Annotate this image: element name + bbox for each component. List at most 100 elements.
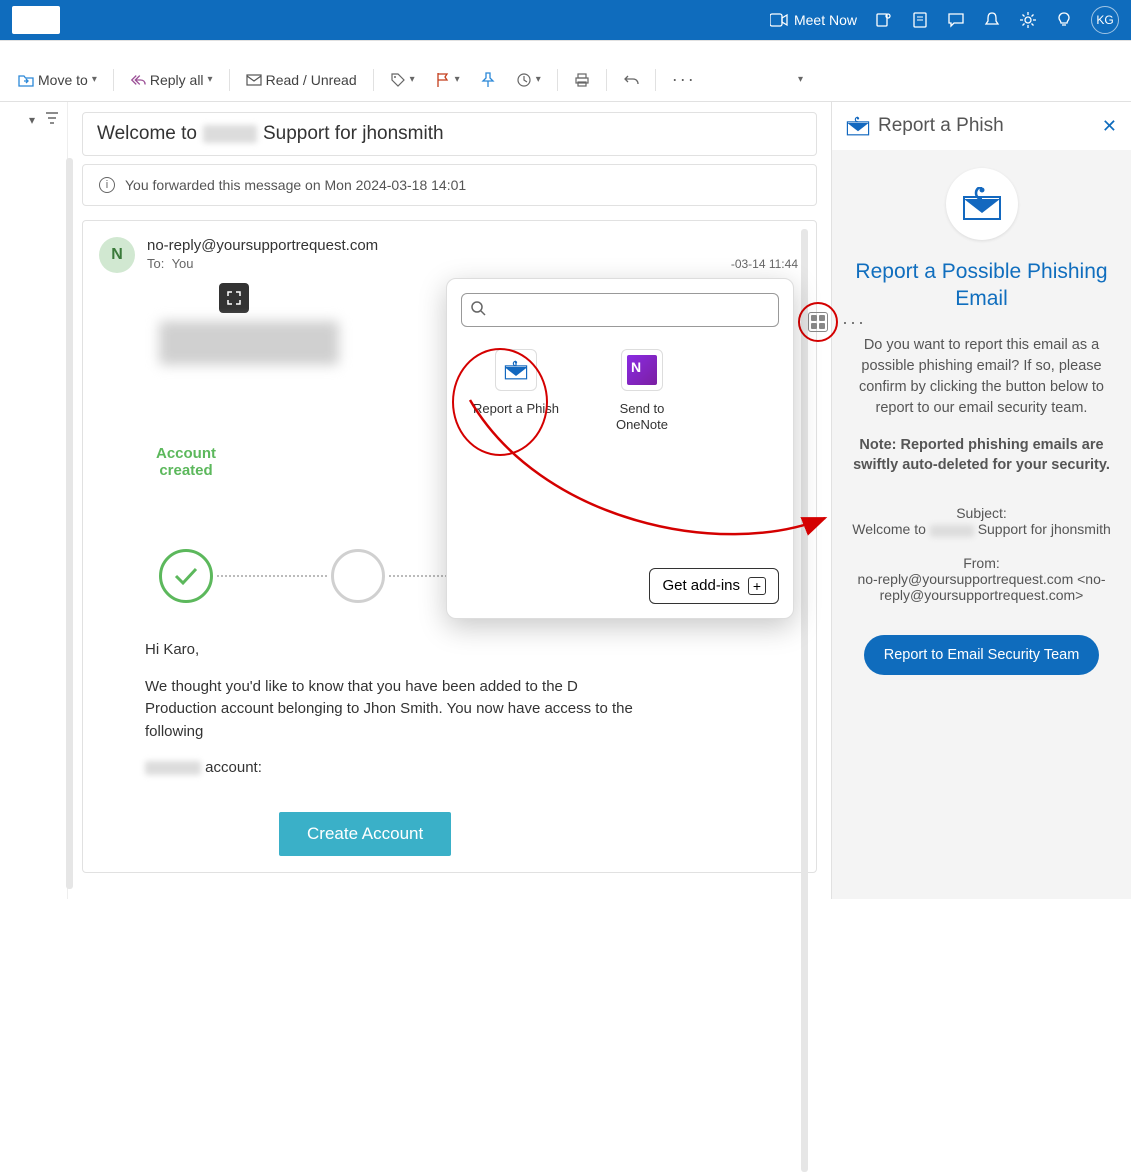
- redacted-logo: [159, 321, 339, 365]
- pin-icon: [480, 72, 496, 88]
- splitter-handle[interactable]: [801, 229, 808, 1172]
- folder-move-icon: [18, 72, 34, 88]
- toolbar-expand-button[interactable]: ▾: [790, 70, 811, 89]
- notes-icon[interactable]: [911, 11, 929, 29]
- reply-all-button[interactable]: Reply all ▾: [122, 68, 221, 92]
- subject-value: Welcome to Support for jhonsmith: [848, 521, 1115, 537]
- body-paragraph: We thought you'd like to know that you h…: [145, 676, 645, 744]
- divider: [557, 69, 558, 91]
- from-value: no-reply@yoursupportrequest.com <no-repl…: [848, 571, 1115, 603]
- step-pending-icon: [331, 549, 385, 603]
- user-avatar[interactable]: KG: [1091, 6, 1119, 34]
- move-to-button[interactable]: Move to ▾: [10, 68, 105, 92]
- step-complete-icon: [159, 549, 213, 603]
- more-actions-button[interactable]: ···: [664, 65, 704, 94]
- onenote-icon: [621, 349, 663, 391]
- get-addins-label: Get add-ins: [662, 577, 740, 594]
- video-icon: [770, 11, 788, 29]
- bell-icon[interactable]: [983, 11, 1001, 29]
- avatar-initials: KG: [1096, 13, 1113, 27]
- snooze-button[interactable]: ▾: [508, 68, 549, 92]
- reply-all-label: Reply all: [150, 72, 204, 88]
- divider: [229, 69, 230, 91]
- subject-label: Subject:: [848, 505, 1115, 521]
- print-button[interactable]: [566, 68, 598, 92]
- email-body: Hi Karo, We thought you'd like to know t…: [145, 639, 645, 780]
- addins-search-input[interactable]: [486, 302, 770, 318]
- get-addins-button[interactable]: Get add-ins +: [649, 568, 779, 604]
- app-header: Meet Now KG: [0, 0, 1131, 40]
- filter-icon[interactable]: [45, 111, 59, 129]
- subject-suffix: Support for jhonsmith: [263, 123, 444, 145]
- addin-send-onenote[interactable]: Send to OneNote: [597, 349, 687, 434]
- sender-initial: N: [111, 246, 123, 264]
- pin-button[interactable]: [472, 68, 504, 92]
- sender-avatar: N: [99, 237, 135, 273]
- read-unread-label: Read / Unread: [266, 72, 357, 88]
- phish-hero-icon: [946, 168, 1018, 240]
- meet-now-label: Meet Now: [794, 12, 857, 28]
- subject-bar: Welcome to Support for jhonsmith: [82, 112, 817, 156]
- chevron-down-icon: ▾: [455, 74, 460, 85]
- phish-addin-icon: [495, 349, 537, 391]
- chevron-down-icon: ▾: [536, 74, 541, 85]
- flag-button[interactable]: ▾: [427, 68, 468, 92]
- lightbulb-icon[interactable]: [1055, 11, 1073, 29]
- envelope-icon: [246, 72, 262, 88]
- panel-note: Note: Reported phishing emails are swift…: [848, 435, 1115, 476]
- expand-message-button[interactable]: [219, 283, 249, 313]
- step-connector: [217, 575, 327, 577]
- panel-heading: Report a Possible Phishing Email: [848, 258, 1115, 313]
- to-value: You: [172, 256, 194, 271]
- divider: [655, 69, 656, 91]
- meet-now-button[interactable]: Meet Now: [770, 11, 857, 29]
- teams-icon[interactable]: [875, 11, 893, 29]
- chevron-down-icon: ▾: [208, 74, 213, 85]
- subject-prefix: Welcome to: [97, 123, 197, 145]
- greeting-text: Hi Karo,: [145, 639, 645, 662]
- message-list-collapsed: ▾: [0, 102, 68, 899]
- reply-all-icon: [130, 72, 146, 88]
- read-unread-button[interactable]: Read / Unread: [238, 68, 365, 92]
- search-box[interactable]: [12, 6, 60, 34]
- addin-label: Report a Phish: [471, 401, 561, 417]
- step-1-label: Account created: [141, 445, 231, 479]
- body-paragraph-2: account:: [145, 757, 645, 780]
- phish-icon: [846, 116, 870, 136]
- addins-search[interactable]: [461, 293, 779, 327]
- chevron-down-icon: ▾: [92, 74, 97, 85]
- flag-icon: [435, 72, 451, 88]
- plus-icon: +: [748, 577, 766, 595]
- panel-title-text: Report a Phish: [878, 115, 1004, 137]
- message-more-button[interactable]: ···: [842, 312, 866, 333]
- report-button[interactable]: Report to Email Security Team: [864, 635, 1100, 675]
- panel-description: Do you want to report this email as a po…: [848, 335, 1115, 419]
- redacted-text: [203, 125, 257, 143]
- report-phish-panel: Report a Phish ✕ Report a Possible Phish…: [831, 102, 1131, 899]
- panel-title: Report a Phish: [846, 115, 1004, 137]
- close-panel-button[interactable]: ✕: [1102, 116, 1117, 137]
- message-toolbar: Move to ▾ Reply all ▾ Read / Unread ▾ ▾ …: [0, 58, 1131, 102]
- create-account-button[interactable]: Create Account: [279, 812, 451, 856]
- divider: [113, 69, 114, 91]
- undo-button[interactable]: [615, 68, 647, 92]
- forward-text: You forwarded this message on Mon 2024-0…: [125, 177, 466, 193]
- gear-icon[interactable]: [1019, 11, 1037, 29]
- clock-icon: [516, 72, 532, 88]
- sender-email: no-reply@yoursupportrequest.com: [147, 237, 378, 254]
- print-icon: [574, 72, 590, 88]
- addins-popover: Report a Phish Send to OneNote Get add-i…: [446, 278, 794, 619]
- tag-button[interactable]: ▾: [382, 68, 423, 92]
- addin-label: Send to OneNote: [597, 401, 687, 434]
- move-to-label: Move to: [38, 72, 88, 88]
- chevron-down-icon: ▾: [410, 74, 415, 85]
- divider: [606, 69, 607, 91]
- chat-icon[interactable]: [947, 11, 965, 29]
- undo-icon: [623, 72, 639, 88]
- chevron-down-icon[interactable]: ▾: [29, 113, 35, 127]
- annotation-circle: [798, 302, 838, 342]
- from-label: From:: [848, 555, 1115, 571]
- search-icon: [470, 300, 486, 321]
- info-icon: i: [99, 177, 115, 193]
- addin-report-phish[interactable]: Report a Phish: [471, 349, 561, 434]
